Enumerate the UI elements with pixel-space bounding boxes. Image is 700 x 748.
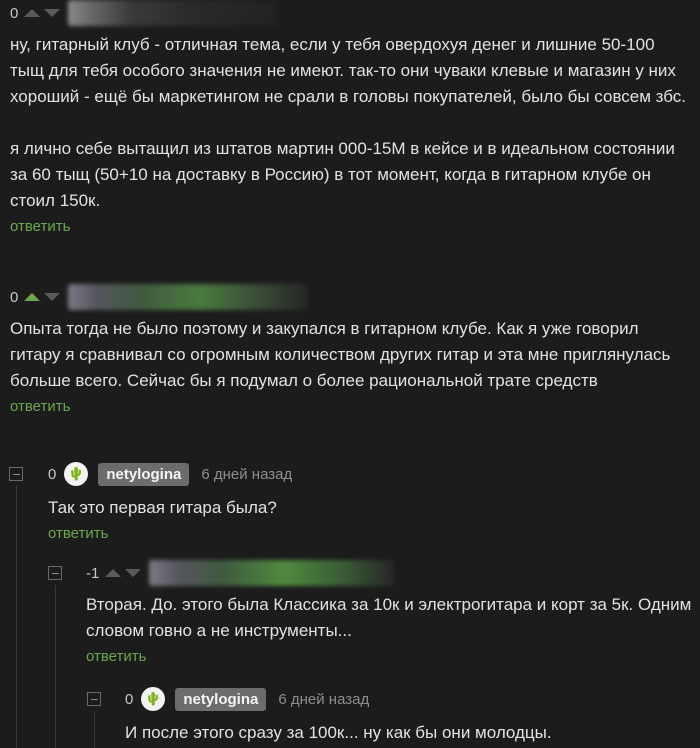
comment-text: ну, гитарный клуб - отличная тема, если … [10, 35, 687, 210]
blurred-username [68, 0, 279, 26]
reply-link[interactable]: ответить [10, 398, 70, 415]
comment: 0 Опыта тогда не было поэтому и закупалс… [10, 284, 690, 416]
author-name[interactable]: netylogina [175, 687, 267, 711]
thread-line [55, 585, 56, 748]
comment-text: Так это первая гитара была? [48, 498, 277, 517]
comment-text: Вторая. До. этого была Классика за 10к и… [86, 595, 692, 640]
rating-value: -1 [86, 564, 100, 582]
comment: 0 🌵 netylogina 6 дней назад Так это перв… [48, 461, 688, 543]
thread-line [94, 711, 95, 748]
collapse-thread-icon[interactable] [87, 692, 101, 706]
comment-header: 0 🌵 netylogina 6 дней назад [48, 461, 688, 487]
comment: -1 Вторая. До. этого была Классика за 10… [86, 560, 696, 666]
upvote-icon[interactable] [105, 569, 122, 577]
reply-link[interactable]: ответить [10, 218, 70, 235]
collapse-thread-icon[interactable] [9, 467, 23, 481]
reply-link[interactable]: ответить [86, 648, 146, 665]
cactus-avatar-icon[interactable]: 🌵 [141, 687, 166, 711]
rating-value: 0 [10, 288, 19, 306]
comment: 0 🌵 netylogina 6 дней назад И после этог… [125, 686, 695, 746]
downvote-icon[interactable] [44, 293, 61, 301]
upvote-icon[interactable] [24, 293, 41, 301]
comment-text: И после этого сразу за 100к... ну как бы… [125, 723, 552, 742]
blurred-username [68, 284, 309, 310]
blurred-username [149, 560, 395, 586]
comment-time[interactable]: 6 дней назад [278, 691, 369, 708]
comment: 0 ну, гитарный клуб - отличная тема, есл… [10, 0, 690, 236]
downvote-icon[interactable] [125, 569, 142, 577]
downvote-icon[interactable] [44, 9, 61, 17]
rating-value: 0 [48, 465, 57, 483]
comment-header: 0 🌵 netylogina 6 дней назад [125, 686, 695, 712]
upvote-icon[interactable] [24, 9, 41, 17]
rating-value: 0 [125, 690, 134, 708]
collapse-thread-icon[interactable] [48, 566, 62, 580]
comment-header: -1 [86, 560, 696, 586]
comment-header: 0 [10, 0, 690, 26]
cactus-avatar-icon[interactable]: 🌵 [64, 462, 89, 486]
comment-time[interactable]: 6 дней назад [201, 466, 292, 483]
comment-header: 0 [10, 284, 690, 310]
comment-text: Опыта тогда не было поэтому и закупался … [10, 319, 671, 390]
reply-link[interactable]: ответить [48, 525, 108, 542]
thread-line [16, 485, 17, 748]
author-name[interactable]: netylogina [98, 462, 190, 486]
rating-value: 0 [10, 4, 19, 22]
